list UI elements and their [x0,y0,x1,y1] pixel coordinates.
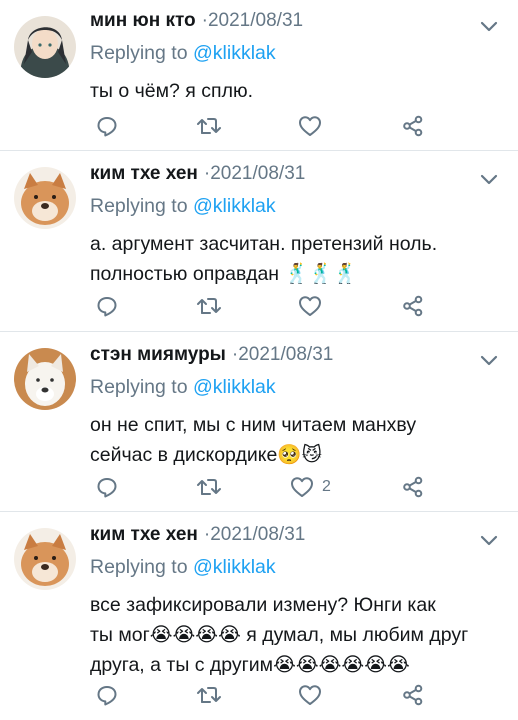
replying-to-label: Replying to [90,376,188,398]
retweet-icon [197,687,221,703]
display-name[interactable]: ким тхе хен [90,524,198,546]
share-button[interactable] [402,474,424,500]
tweet-actions [90,293,440,319]
tweet-text-line: ты о чём? я сплю. [90,80,254,102]
like-count: 2 [322,478,331,495]
tweet-date[interactable]: 2021/08/31 [210,524,305,546]
tweet-header: ким тхе хен · 2021/08/31 [90,163,305,191]
chevron-down-icon[interactable] [478,171,500,187]
retweet-icon [197,298,221,314]
tweet-date[interactable]: 2021/08/31 [238,344,333,366]
like-button[interactable] [298,113,330,139]
tweet-text: все зафиксировали измену? Юнги как ты мо… [90,590,500,680]
share-icon [403,295,423,317]
share-button[interactable] [402,293,424,319]
tweet-text-line: он не спит, мы с ним читаем манхву [90,414,417,436]
reply-icon [97,686,117,706]
replying-to-label: Replying to [90,195,188,217]
share-icon [403,684,423,706]
share-button[interactable] [402,682,424,708]
replying-to: Replying to @klikklak [90,376,276,399]
avatar[interactable] [14,528,76,590]
share-icon [403,115,423,137]
replying-to-label: Replying to [90,556,188,578]
reply-button[interactable] [96,474,118,500]
tweet-text-line: ты мог😭😭😭😭 я думал, мы любим друг [90,624,469,646]
replying-to-label: Replying to [90,42,188,64]
tweet-date[interactable]: 2021/08/31 [208,10,303,32]
retweet-icon [197,479,221,495]
tweet-text-line: полностью оправдан 🕺🕺🕺 [90,263,358,285]
chevron-down-icon[interactable] [478,18,500,34]
chevron-down-icon[interactable] [478,532,500,548]
tweet-actions: 2 [90,474,440,500]
heart-icon [299,685,321,705]
reply-icon [97,117,117,137]
tweet[interactable]: ким тхе хен · 2021/08/31 Replying to @kl… [0,512,518,720]
reply-icon [97,478,117,498]
tweet-header: мин юн кто · 2021/08/31 [90,10,303,38]
tweet-text-line: а. аргумент засчитан. претензий ноль. [90,233,438,255]
retweet-button[interactable] [196,682,222,708]
tweet[interactable]: мин юн кто · 2021/08/31 Replying to @kli… [0,0,518,151]
reply-handle-link[interactable]: @klikklak [193,556,276,578]
tweet[interactable]: стэн миямуры · 2021/08/31 Replying to @k… [0,332,518,512]
reply-button[interactable] [96,293,118,319]
replying-to: Replying to @klikklak [90,42,276,65]
tweet-text: а. аргумент засчитан. претензий ноль. по… [90,229,500,289]
avatar[interactable] [14,348,76,410]
avatar[interactable] [14,167,76,229]
tweet-text: он не спит, мы с ним читаем манхву сейча… [90,410,500,470]
heart-icon [299,116,321,136]
retweet-button[interactable] [196,293,222,319]
tweet-text-line: друга, а ты с другим😭😭😭😭😭😭 [90,654,410,676]
reply-handle-link[interactable]: @klikklak [193,42,276,64]
reply-handle-link[interactable]: @klikklak [193,195,276,217]
reply-button[interactable] [96,682,118,708]
tweet-header: стэн миямуры · 2021/08/31 [90,344,333,372]
display-name[interactable]: ким тхе хен [90,163,198,185]
avatar[interactable] [14,16,76,78]
display-name[interactable]: стэн миямуры [90,344,226,366]
tweet-date[interactable]: 2021/08/31 [210,163,305,185]
replying-to: Replying to @klikklak [90,195,276,218]
share-icon [403,476,423,498]
tweet-text-line: все зафиксировали измену? Юнги как [90,594,436,616]
like-button[interactable] [298,682,330,708]
tweet-text-line: сейчас в дискордике🥺😼 [90,444,322,466]
like-button[interactable]: 2 [290,474,331,500]
heart-icon [299,296,321,316]
retweet-icon [197,118,221,134]
tweet[interactable]: ким тхе хен · 2021/08/31 Replying to @kl… [0,151,518,332]
display-name[interactable]: мин юн кто [90,10,196,32]
replying-to: Replying to @klikklak [90,556,276,579]
tweet-actions [90,682,440,708]
chevron-down-icon[interactable] [478,352,500,368]
share-button[interactable] [402,113,424,139]
reply-handle-link[interactable]: @klikklak [193,376,276,398]
tweet-actions [90,113,440,139]
retweet-button[interactable] [196,474,222,500]
reply-icon [97,297,117,317]
like-button[interactable] [298,293,330,319]
reply-button[interactable] [96,113,118,139]
retweet-button[interactable] [196,113,222,139]
tweet-text: ты о чём? я сплю. [90,76,500,106]
heart-icon [291,477,313,497]
tweet-header: ким тхе хен · 2021/08/31 [90,524,305,552]
